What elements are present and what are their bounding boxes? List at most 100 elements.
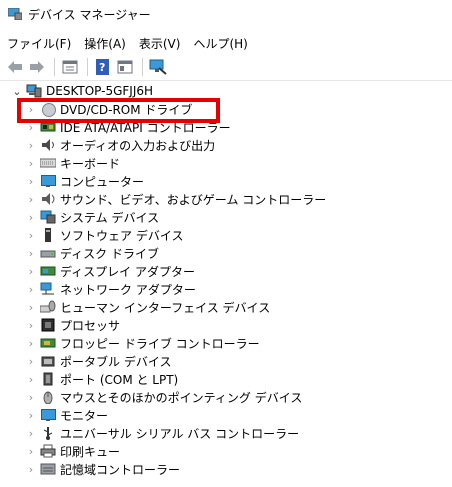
tree-item-monitor[interactable]: › モニター: [0, 406, 452, 424]
tree-item-port[interactable]: › ポート (COM と LPT): [0, 370, 452, 388]
scan-hardware-icon[interactable]: [148, 57, 168, 77]
expand-chevron-icon[interactable]: ›: [24, 409, 38, 422]
tree-item-label: ディスプレイ アダプター: [60, 264, 195, 279]
tree-item-storage[interactable]: › 記憶域コントローラー: [0, 460, 452, 478]
port-icon: [40, 372, 56, 386]
tree-item-label: プロセッサ: [60, 318, 121, 333]
tree-item-label: ユニバーサル シリアル バス コントローラー: [60, 426, 300, 441]
expand-chevron-icon[interactable]: ›: [24, 229, 38, 242]
expand-chevron-icon[interactable]: ›: [24, 157, 38, 170]
title-bar: デバイス マネージャー: [0, 0, 452, 28]
keyboard-icon: [39, 156, 57, 170]
tree-item-label: ネットワーク アダプター: [60, 282, 196, 297]
tree-item-label: マウスとそのほかのポインティング デバイス: [60, 390, 303, 405]
menu-action[interactable]: 操作(A): [84, 35, 126, 52]
system-device-icon: [40, 210, 56, 224]
device-manager-app-icon: [7, 7, 23, 21]
usb-icon: [40, 426, 56, 440]
menu-bar: ファイル(F) 操作(A) 表示(V) ヘルプ(H): [0, 32, 452, 54]
toolbar: ?: [0, 54, 452, 81]
toolbar-separator: [142, 58, 143, 76]
expand-chevron-icon[interactable]: ›: [24, 337, 38, 350]
tree-item-hid[interactable]: › ヒューマン インターフェイス デバイス: [0, 298, 452, 316]
expand-chevron-icon[interactable]: ›: [24, 355, 38, 368]
tree-item-computer[interactable]: › コンピューター: [0, 172, 452, 190]
tree-item-label: コンピューター: [60, 174, 145, 189]
tree-root-label: DESKTOP-5GFJJ6H: [46, 84, 154, 98]
software-device-icon: [40, 228, 56, 242]
tree-item-software[interactable]: › ソフトウェア デバイス: [0, 226, 452, 244]
tree-item-audio-io[interactable]: › オーディオの入力および出力: [0, 136, 452, 154]
toolbar-separator: [54, 58, 55, 76]
back-icon[interactable]: [5, 57, 25, 77]
device-tree: ⌄ DESKTOP-5GFJJ6H › DVD/CD-ROM ドライブ › ID…: [0, 82, 452, 478]
tree-item-print[interactable]: › 印刷キュー: [0, 442, 452, 460]
print-queue-icon: [40, 444, 56, 458]
annotation-highlight-box: [17, 98, 220, 123]
tree-item-portable[interactable]: › ポータブル デバイス: [0, 352, 452, 370]
expand-chevron-icon[interactable]: ›: [24, 175, 38, 188]
mouse-icon: [40, 390, 56, 405]
svg-text:?: ?: [99, 61, 105, 74]
tree-item-label: フロッピー ドライブ コントローラー: [60, 336, 260, 351]
tree-item-label: ヒューマン インターフェイス デバイス: [60, 300, 271, 315]
expand-chevron-icon[interactable]: ›: [24, 265, 38, 278]
menu-help[interactable]: ヘルプ(H): [193, 35, 247, 52]
toolbar-separator: [87, 58, 88, 76]
tree-item-usb[interactable]: › ユニバーサル シリアル バス コントローラー: [0, 424, 452, 442]
tree-item-sound[interactable]: › サウンド、ビデオ、およびゲーム コントローラー: [0, 190, 452, 208]
tree-item-processor[interactable]: › プロセッサ: [0, 316, 452, 334]
monitor-icon: [40, 408, 56, 422]
tree-item-label: システム デバイス: [60, 210, 160, 225]
tree-item-label: ディスク ドライブ: [60, 246, 159, 261]
audio-icon: [40, 138, 56, 152]
processor-icon: [40, 318, 56, 332]
expand-chevron-icon[interactable]: ›: [24, 445, 38, 458]
expand-chevron-icon[interactable]: ›: [24, 193, 38, 206]
tree-item-label: オーディオの入力および出力: [60, 138, 216, 153]
view-icon[interactable]: [115, 57, 135, 77]
expand-chevron-icon[interactable]: ›: [24, 391, 38, 404]
properties-icon[interactable]: [60, 57, 80, 77]
tree-item-label: サウンド、ビデオ、およびゲーム コントローラー: [60, 192, 327, 207]
computer-root-icon: [26, 84, 42, 98]
tree-item-label: 印刷キュー: [60, 444, 121, 459]
expand-chevron-icon[interactable]: ›: [24, 319, 38, 332]
window-title: デバイス マネージャー: [28, 7, 151, 22]
tree-item-label: モニター: [60, 408, 109, 423]
sound-icon: [40, 192, 56, 206]
expand-chevron-icon[interactable]: ›: [24, 139, 38, 152]
portable-device-icon: [40, 354, 56, 368]
expand-chevron-icon[interactable]: ›: [24, 301, 38, 314]
display-adapter-icon: [40, 264, 56, 278]
tree-item-label: キーボード: [60, 156, 121, 171]
tree-item-floppy[interactable]: › フロッピー ドライブ コントローラー: [0, 334, 452, 352]
tree-item-label: 記憶域コントローラー: [60, 462, 181, 477]
computer-icon: [40, 174, 56, 188]
collapse-chevron-icon[interactable]: ⌄: [10, 85, 24, 98]
tree-item-network[interactable]: › ネットワーク アダプター: [0, 280, 452, 298]
expand-chevron-icon[interactable]: ›: [24, 373, 38, 386]
tree-item-label: ソフトウェア デバイス: [60, 228, 184, 243]
network-adapter-icon: [40, 282, 56, 296]
disk-drive-icon: [40, 246, 56, 260]
help-icon[interactable]: ?: [93, 57, 113, 77]
storage-controller-icon: [40, 462, 56, 476]
tree-item-keyboard[interactable]: › キーボード: [0, 154, 452, 172]
tree-item-system[interactable]: › システム デバイス: [0, 208, 452, 226]
tree-item-label: ポータブル デバイス: [60, 354, 172, 369]
expand-chevron-icon[interactable]: ›: [24, 211, 38, 224]
expand-chevron-icon[interactable]: ›: [24, 283, 38, 296]
tree-item-disk[interactable]: › ディスク ドライブ: [0, 244, 452, 262]
expand-chevron-icon[interactable]: ›: [24, 427, 38, 440]
tree-item-display[interactable]: › ディスプレイ アダプター: [0, 262, 452, 280]
hid-icon: [39, 300, 56, 314]
tree-item-mouse[interactable]: › マウスとそのほかのポインティング デバイス: [0, 388, 452, 406]
menu-file[interactable]: ファイル(F): [7, 35, 71, 52]
expand-chevron-icon[interactable]: ›: [24, 463, 38, 476]
expand-chevron-icon[interactable]: ›: [24, 247, 38, 260]
menu-view[interactable]: 表示(V): [139, 35, 181, 52]
floppy-controller-icon: [40, 336, 56, 350]
forward-icon[interactable]: [27, 57, 47, 77]
tree-item-label: ポート (COM と LPT): [60, 372, 179, 387]
